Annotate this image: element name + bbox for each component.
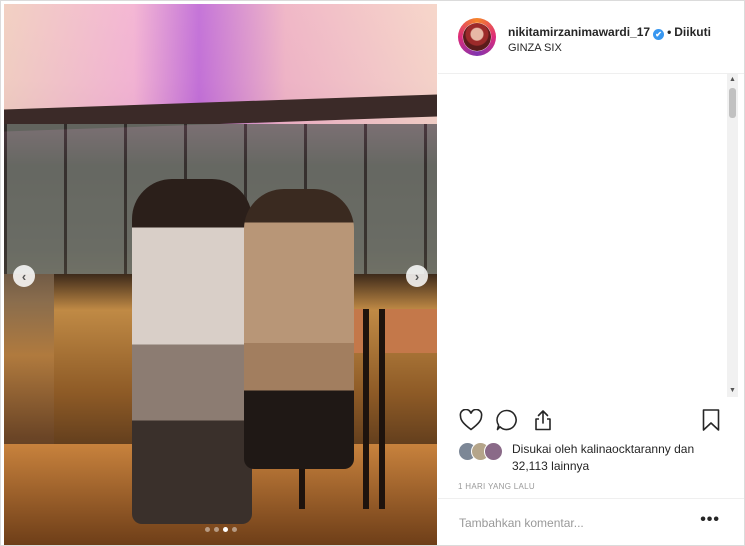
follow-status-button[interactable]: Diikuti xyxy=(674,25,711,39)
likes-suffix: lainnya xyxy=(547,459,590,473)
scroll-down-arrow-icon[interactable]: ▼ xyxy=(727,385,738,397)
post-timestamp[interactable]: 1 HARI YANG LALU xyxy=(458,482,535,491)
likes-summary: Disukai oleh kalinaocktaranny dan 32,113… xyxy=(512,441,727,475)
carousel-dot xyxy=(204,527,210,532)
carousel-prev-button[interactable]: ‹ xyxy=(13,265,35,287)
likes-count-link[interactable]: 32,113 xyxy=(512,459,548,473)
photo-person xyxy=(244,189,354,469)
author-avatar[interactable] xyxy=(458,18,496,56)
add-comment-bar: Tambahkan komentar... ••• xyxy=(438,498,744,546)
action-bar xyxy=(458,407,728,435)
likers-avatars[interactable] xyxy=(458,441,508,461)
comments-area[interactable] xyxy=(438,74,744,397)
verified-badge-icon: ✔ xyxy=(653,29,665,40)
post-photo[interactable]: ‹ › xyxy=(4,4,437,545)
photo-stool xyxy=(379,309,437,509)
carousel-dot xyxy=(222,527,228,532)
carousel-dot xyxy=(213,527,219,532)
heart-icon xyxy=(459,409,483,431)
carousel-dot xyxy=(231,527,237,532)
like-button[interactable] xyxy=(458,407,484,433)
bookmark-icon xyxy=(702,409,720,431)
liker-username-link[interactable]: kalinaocktaranny xyxy=(581,442,671,456)
scroll-thumb[interactable] xyxy=(729,88,736,118)
comments-scrollbar[interactable]: ▲ ▼ xyxy=(727,74,738,397)
share-icon xyxy=(535,410,551,431)
likes-connector: dan xyxy=(670,442,695,456)
post-sidebar: nikitamirzanimawardi_17 ✔ • Diikuti GINZA S… xyxy=(438,1,744,545)
photo-person xyxy=(132,179,252,524)
comment-icon xyxy=(496,409,517,431)
author-line: nikitamirzanimawardi_17 ✔ • Diikuti xyxy=(508,25,711,40)
post-header: nikitamirzanimawardi_17 ✔ • Diikuti GINZA S… xyxy=(438,1,744,74)
likes-prefix: Disukai oleh xyxy=(512,442,581,456)
location-link[interactable]: GINZA SIX xyxy=(508,42,562,54)
share-button[interactable] xyxy=(530,407,556,433)
chevron-right-icon: › xyxy=(414,268,420,284)
scroll-up-arrow-icon[interactable]: ▲ xyxy=(727,74,738,86)
chevron-left-icon: ‹ xyxy=(21,268,27,284)
avatar-image xyxy=(463,23,491,51)
author-username-link[interactable]: nikitamirzanimawardi_17 xyxy=(508,25,650,39)
carousel-indicator xyxy=(4,527,437,532)
comment-button[interactable] xyxy=(494,407,520,433)
comment-input[interactable]: Tambahkan komentar... xyxy=(459,516,584,530)
more-options-icon[interactable]: ••• xyxy=(700,511,720,529)
save-button[interactable] xyxy=(698,407,724,433)
header-separator: • xyxy=(667,25,672,39)
liker-avatar xyxy=(484,442,503,461)
post-dialog: ‹ › nikitamirzanimawardi_17 ✔ • Diikuti GIN… xyxy=(0,0,745,546)
carousel-next-button[interactable]: › xyxy=(406,265,428,287)
